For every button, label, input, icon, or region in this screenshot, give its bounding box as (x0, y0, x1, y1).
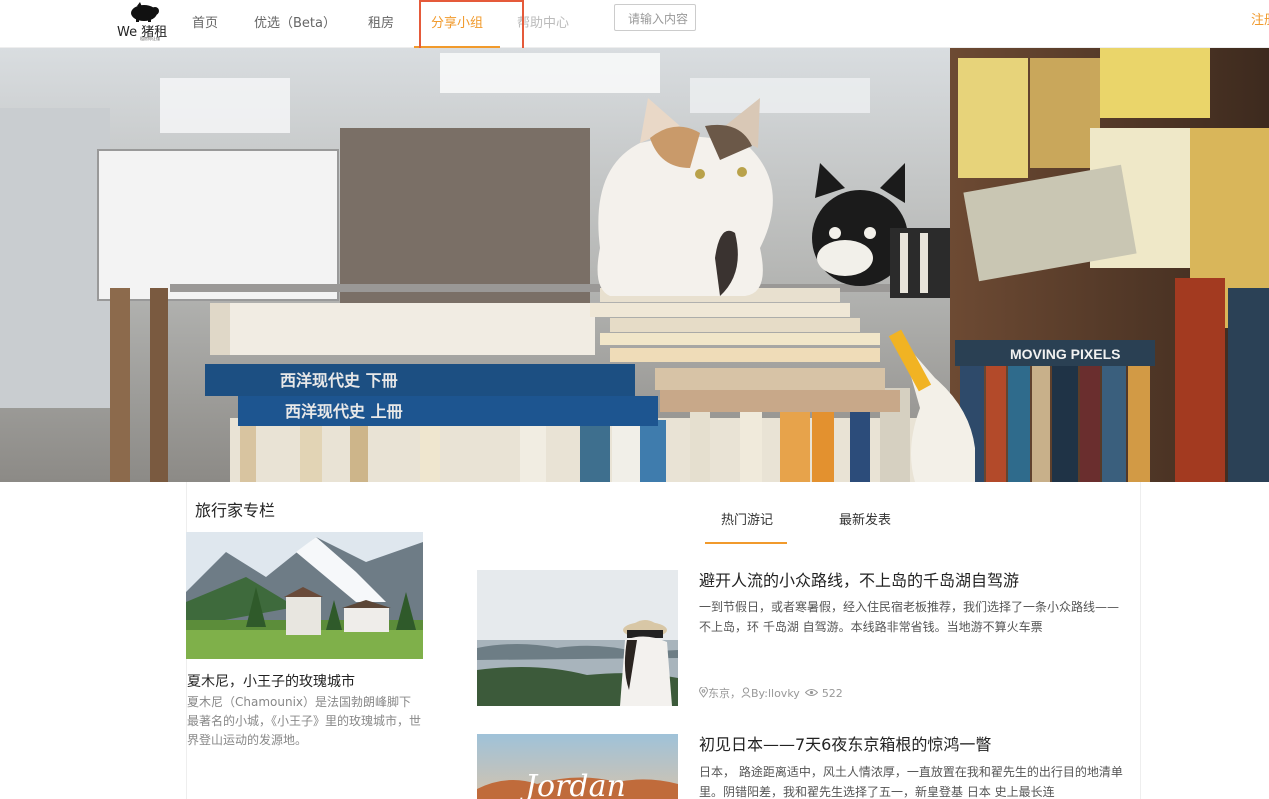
feature-title[interactable]: 夏木尼，小王子的玫瑰城市 (187, 671, 355, 691)
tab-latest[interactable]: 最新发表 (839, 509, 891, 528)
article-image-2[interactable]: Jordan (477, 734, 678, 799)
jordan-desert-illustration: Jordan (477, 734, 678, 799)
feature-image[interactable] (186, 532, 423, 659)
nav-item-help-center[interactable]: 帮助中心 (517, 12, 569, 31)
lake-woman-illustration (477, 570, 678, 706)
article-desc-1: 一到节假日，或者寒暑假，经入住民宿老板推荐，我们选择了一条小众路线——不上岛，环… (699, 600, 1120, 634)
book-spine-text-2: 西洋现代史 上冊 (285, 402, 403, 421)
hero-banner-image: MOVING PIXELS 西洋现代史 下冊 西洋现代史 上冊 (0, 48, 1269, 482)
chamonix-illustration (186, 532, 423, 659)
book-spine-text-1: 西洋现代史 下冊 (280, 371, 398, 390)
active-tab-underline (705, 542, 787, 544)
nav-item-rent[interactable]: 租房 (368, 12, 394, 31)
search-input[interactable]: 请输入内容 (614, 4, 696, 31)
column-title: 旅行家专栏 (195, 501, 276, 520)
location-pin-icon (698, 686, 709, 698)
right-divider (1140, 482, 1141, 799)
article-title-2[interactable]: 初见日本——7天6夜东京箱根的惊鸿一瞥 (699, 731, 991, 755)
tab-hot-travel[interactable]: 热门游记 (721, 509, 773, 528)
article-title-1[interactable]: 避开人流的小众路线，不上岛的千岛湖自驾游 (699, 567, 1019, 591)
feature-desc: 夏木尼（Chamounix）是法国勃朗峰脚下最著名的小城，《小王子》里的玫瑰城市… (187, 695, 422, 747)
article-desc-2: 日本， 路途距离适中，风土人情浓厚，一直放置在我和翟先生的出行目的地清单里。阴错… (699, 765, 1123, 799)
pig-icon (131, 2, 159, 22)
nav-item-home[interactable]: 首页 (192, 12, 218, 31)
article-image-1[interactable] (477, 570, 678, 706)
cat-bookstore-illustration: MOVING PIXELS 西洋现代史 下冊 西洋现代史 上冊 (0, 48, 1269, 482)
logo[interactable]: We 猪租 租房你让懂 (116, 2, 172, 44)
nav-item-featured[interactable]: 优选（Beta） (254, 12, 336, 31)
register-link[interactable]: 注册 (1251, 9, 1269, 28)
moving-pixels-spine: MOVING PIXELS (1010, 346, 1120, 362)
top-navbar: We 猪租 租房你让懂 首页 优选（Beta） 租房 分享小组 帮助中心 请输入… (0, 0, 1269, 48)
article-meta-1: 东京， By:llovky 522 (698, 685, 843, 701)
jordan-script-text: Jordan (519, 769, 626, 799)
eye-icon (805, 689, 819, 696)
user-icon (741, 687, 751, 698)
article-location-1: 东京 (708, 687, 730, 700)
logo-subtext: 租房你让懂 (140, 36, 160, 41)
article-views-1: 522 (821, 687, 843, 700)
article-author-1[interactable]: By:llovky (751, 687, 800, 700)
